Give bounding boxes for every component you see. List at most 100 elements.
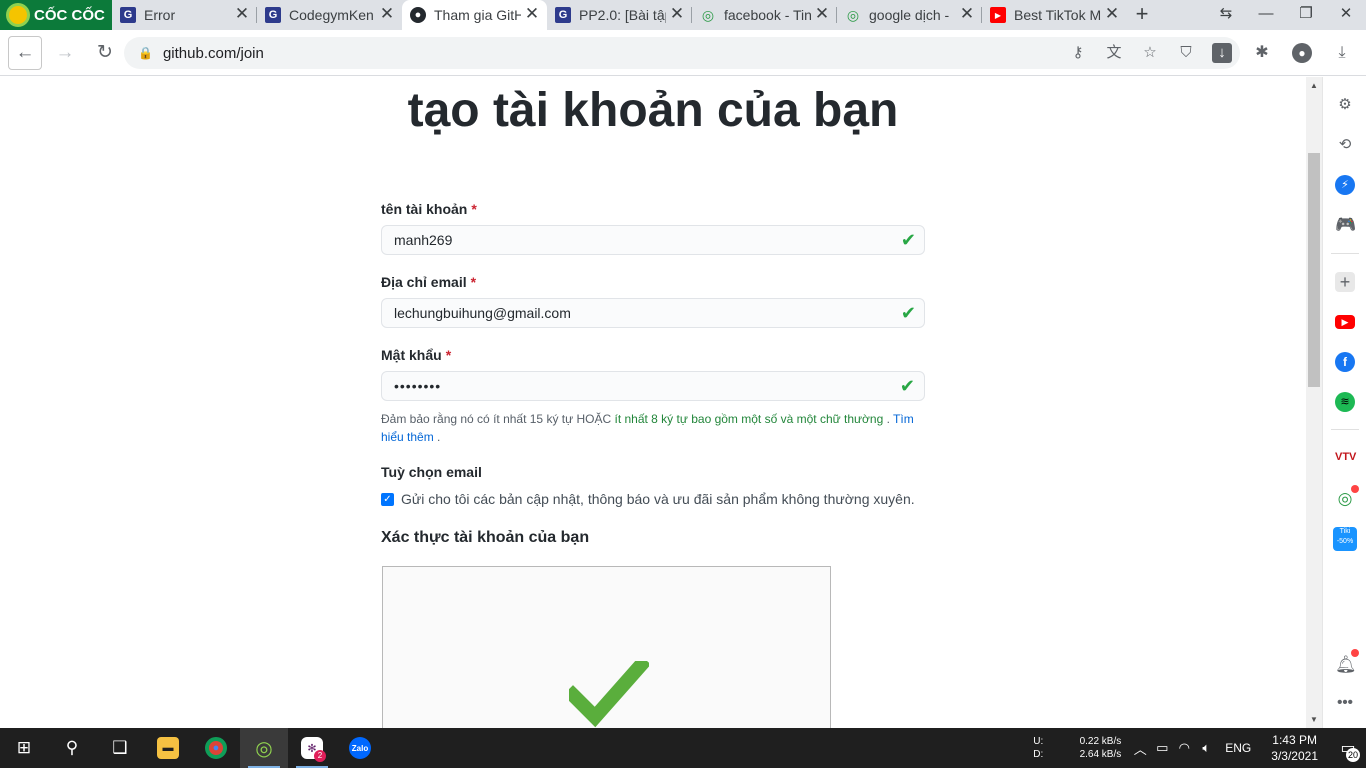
- zalo-icon[interactable]: Zalo: [336, 728, 384, 768]
- close-tab-icon[interactable]: ✕: [523, 5, 541, 23]
- bell-icon[interactable]: 🔔︎: [1335, 649, 1359, 675]
- sidebar-youtube[interactable]: ▶: [1335, 312, 1355, 332]
- chevron-up-icon[interactable]: ︿: [1129, 739, 1151, 758]
- action-center-icon[interactable]: ▭20: [1330, 728, 1366, 768]
- task-view-icon[interactable]: ❑: [96, 728, 144, 768]
- download-row: D: 2.64 kB/s: [1033, 748, 1121, 761]
- email-preferences-checkbox[interactable]: ✓: [381, 492, 394, 506]
- password-value: ••••••••: [394, 378, 442, 394]
- captcha-frame[interactable]: [382, 566, 831, 728]
- battery-icon[interactable]: ▭: [1151, 740, 1173, 756]
- coccoc-menu-button[interactable]: CỐC CỐC: [0, 0, 112, 30]
- scroll-down-arrow-icon[interactable]: ▼: [1306, 715, 1322, 724]
- tab-title: facebook - Tin: [724, 7, 811, 23]
- username-label-text: tên tài khoản: [381, 201, 468, 217]
- tab-github-join[interactable]: ● Tham gia GitH ✕: [402, 0, 547, 30]
- close-window-button[interactable]: ✕: [1326, 0, 1366, 30]
- password-label-text: Mật khẩu: [381, 347, 442, 363]
- downloads-icon[interactable]: ⤓: [1332, 43, 1352, 63]
- close-tab-icon[interactable]: ✕: [1103, 5, 1121, 23]
- network-speed: U: 0.22 kB/s D: 2.64 kB/s: [1033, 735, 1121, 761]
- coccoc-logo-icon: [6, 3, 30, 27]
- spotify-icon[interactable]: ≋: [1335, 392, 1355, 412]
- address-bar[interactable]: 🔒 github.com/join ⚷ 文 ☆ ⛉ ↓: [124, 37, 1240, 69]
- key-icon[interactable]: ⚷: [1068, 43, 1088, 63]
- wifi-icon[interactable]: ◠: [1173, 740, 1195, 756]
- extensions-icon[interactable]: ✱: [1252, 43, 1272, 63]
- windows-taskbar: ⊞ ⚲ ❑ ▬ ● ◎ ✻ 2 Zalo U: 0.22 kB/s D: 2.64 k…: [0, 728, 1366, 768]
- close-tab-icon[interactable]: ✕: [813, 5, 831, 23]
- close-tab-icon[interactable]: ✕: [378, 5, 396, 23]
- browser-sidebar: ⚙ ⟲ ⚡ 🎮 + ▶ f ≋ VTV ◎ Tiki -50% 🔔︎ •••: [1322, 77, 1366, 728]
- scroll-up-arrow-icon[interactable]: ▲: [1306, 81, 1322, 90]
- system-tray: U: 0.22 kB/s D: 2.64 kB/s ︿ ▭ ◠ 🔈︎ ENG 1:4…: [1033, 728, 1366, 768]
- volume-icon[interactable]: 🔈︎: [1195, 740, 1217, 756]
- chrome-icon[interactable]: ●: [192, 728, 240, 768]
- lock-icon[interactable]: 🔒: [138, 46, 153, 60]
- password-input[interactable]: •••••••• ✔: [381, 371, 925, 401]
- download-speed: 2.64 kB/s: [1079, 749, 1122, 760]
- forward-button[interactable]: →: [48, 36, 82, 70]
- page-title: tạo tài khoản của bạn: [407, 84, 899, 137]
- tab-title: PP2.0: [Bài tập: [579, 7, 666, 23]
- codegym-icon: G: [120, 7, 136, 23]
- tab-facebook[interactable]: ◎ facebook - Tin ✕: [692, 0, 837, 30]
- sidebar-divider: [1331, 253, 1359, 254]
- vtv-go-icon[interactable]: VTV: [1335, 447, 1356, 467]
- youtube-icon: ▶: [1335, 315, 1355, 329]
- star-icon[interactable]: ☆: [1140, 43, 1160, 63]
- translate-icon[interactable]: 文: [1104, 43, 1124, 63]
- tab-google-dich[interactable]: ◎ google dịch - ✕: [837, 0, 982, 30]
- tab-title: CodegymKen: [289, 7, 374, 23]
- shield-icon[interactable]: ⛉: [1176, 43, 1196, 63]
- tab-codegymken[interactable]: G CodegymKen ✕: [257, 0, 402, 30]
- tab-error[interactable]: G Error ✕: [112, 0, 257, 30]
- captcha-verified-check-icon: [569, 661, 649, 728]
- tab-pp2[interactable]: G PP2.0: [Bài tập ✕: [547, 0, 692, 30]
- codegym-icon: G: [265, 7, 281, 23]
- reload-button[interactable]: ↻: [88, 36, 122, 70]
- youtube-icon: ▶: [990, 7, 1006, 23]
- coccoc-shortcut-icon[interactable]: ◎: [1335, 485, 1359, 509]
- more-icon[interactable]: •••: [1335, 693, 1355, 713]
- email-preferences-row[interactable]: ✓ Gửi cho tôi các bản cập nhật, thông bá…: [381, 491, 915, 507]
- slack-badge: 2: [314, 750, 326, 762]
- tab-title: google dịch -: [869, 7, 950, 23]
- tiki-icon[interactable]: Tiki -50%: [1333, 527, 1357, 551]
- file-explorer-icon[interactable]: ▬: [144, 728, 192, 768]
- hint-text: Đảm bảo rằng nó có ít nhất 15 ký tự HOẶC: [381, 412, 615, 426]
- settings-gear-icon[interactable]: ⚙: [1335, 95, 1355, 115]
- slack-icon[interactable]: ✻ 2: [288, 728, 336, 768]
- required-mark: *: [445, 347, 452, 363]
- savior-download-icon[interactable]: ↓: [1212, 43, 1232, 63]
- coccoc-taskbar-icon[interactable]: ◎: [240, 728, 288, 768]
- language-indicator[interactable]: ENG: [1225, 741, 1251, 755]
- close-tab-icon[interactable]: ✕: [958, 5, 976, 23]
- tab-tiktok[interactable]: ▶ Best TikTok M ✕: [982, 0, 1127, 30]
- clock[interactable]: 1:43 PM 3/3/2021: [1271, 732, 1318, 764]
- hint-requirement: ít nhất 8 ký tự bao gồm một số và một ch…: [614, 412, 884, 426]
- tab-search-icon[interactable]: ⇆: [1206, 0, 1246, 30]
- username-input[interactable]: manh269 ✔: [381, 225, 925, 255]
- add-shortcut-icon[interactable]: +: [1335, 272, 1355, 292]
- upload-speed: 0.22 kB/s: [1079, 736, 1122, 747]
- restore-button[interactable]: ❐: [1286, 0, 1326, 30]
- scrollbar-thumb[interactable]: [1308, 153, 1320, 387]
- search-icon[interactable]: ⚲: [48, 728, 96, 768]
- new-tab-button[interactable]: +: [1127, 0, 1157, 30]
- hint-text: .: [433, 430, 441, 444]
- username-value: manh269: [394, 232, 453, 248]
- facebook-icon[interactable]: f: [1335, 352, 1355, 372]
- windows-start-icon[interactable]: ⊞: [0, 728, 48, 768]
- history-icon[interactable]: ⟲: [1335, 135, 1355, 155]
- messenger-icon[interactable]: ⚡: [1335, 175, 1355, 195]
- close-tab-icon[interactable]: ✕: [233, 5, 251, 23]
- minimize-button[interactable]: —: [1246, 0, 1286, 30]
- vertical-scrollbar[interactable]: ▲ ▼: [1306, 77, 1322, 728]
- email-input[interactable]: lechungbuihung@gmail.com ✔: [381, 298, 925, 328]
- close-tab-icon[interactable]: ✕: [668, 5, 686, 23]
- gamepad-icon[interactable]: 🎮: [1335, 215, 1356, 235]
- check-icon: ✔: [900, 230, 916, 250]
- profile-avatar-icon[interactable]: ●: [1292, 43, 1312, 63]
- back-button[interactable]: ←: [8, 35, 42, 70]
